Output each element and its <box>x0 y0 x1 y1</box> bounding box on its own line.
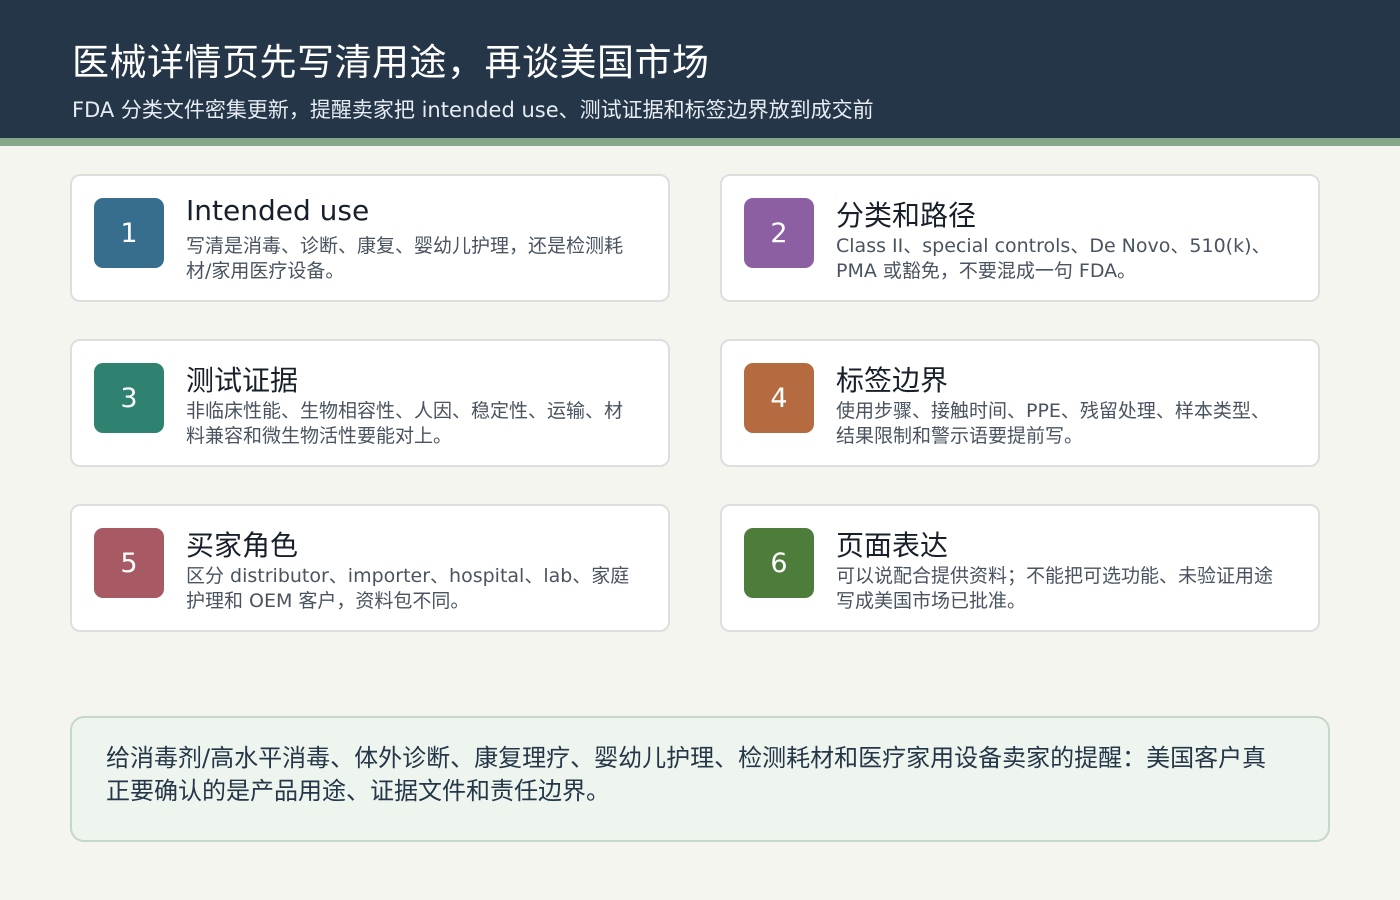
card-number-badge: 3 <box>94 363 164 433</box>
card-text: 可以说配合提供资料；不能把可选功能、未验证用途写成美国市场已批准。 <box>836 565 1274 612</box>
card-title: 页面表达 <box>836 529 949 562</box>
reminder-note: 给消毒剂/高水平消毒、体外诊断、康复理疗、婴幼儿护理、检测耗材和医疗家用设备卖家… <box>70 716 1330 842</box>
card-page-expression: 6 页面表达 可以说配合提供资料；不能把可选功能、未验证用途写成美国市场已批准。 <box>720 504 1320 632</box>
card-text: 写清是消毒、诊断、康复、婴幼儿护理，还是检测耗材/家用医疗设备。 <box>186 235 624 282</box>
header-banner: 医械详情页先写清用途，再谈美国市场 FDA 分类文件密集更新，提醒卖家把 int… <box>0 0 1400 138</box>
card-buyer-role: 5 买家角色 区分 distributor、importer、hospital、… <box>70 504 670 632</box>
card-text: 使用步骤、接触时间、PPE、残留处理、样本类型、结果限制和警示语要提前写。 <box>836 400 1270 447</box>
card-title: 分类和路径 <box>836 199 977 232</box>
card-number-badge: 2 <box>744 198 814 268</box>
card-intended-use: 1 Intended use 写清是消毒、诊断、康复、婴幼儿护理，还是检测耗材/… <box>70 174 670 302</box>
card-text: 区分 distributor、importer、hospital、lab、家庭护… <box>186 565 630 612</box>
card-title: 买家角色 <box>186 529 299 562</box>
card-test-evidence: 3 测试证据 非临床性能、生物相容性、人因、稳定性、运输、材料兼容和微生物活性要… <box>70 339 670 467</box>
card-title: Intended use <box>186 194 370 227</box>
card-text: Class II、special controls、De Novo、510(k)… <box>836 235 1271 282</box>
reminder-note-text: 给消毒剂/高水平消毒、体外诊断、康复理疗、婴幼儿护理、检测耗材和医疗家用设备卖家… <box>106 744 1267 805</box>
card-number-badge: 5 <box>94 528 164 598</box>
card-number-badge: 4 <box>744 363 814 433</box>
card-classification-pathway: 2 分类和路径 Class II、special controls、De Nov… <box>720 174 1320 302</box>
card-label-boundary: 4 标签边界 使用步骤、接触时间、PPE、残留处理、样本类型、结果限制和警示语要… <box>720 339 1320 467</box>
card-title: 测试证据 <box>186 364 299 397</box>
card-text: 非临床性能、生物相容性、人因、稳定性、运输、材料兼容和微生物活性要能对上。 <box>186 400 624 447</box>
page-title: 医械详情页先写清用途，再谈美国市场 <box>72 41 710 84</box>
card-title: 标签边界 <box>836 364 949 397</box>
header-accent-stripe <box>0 138 1400 146</box>
card-number-badge: 6 <box>744 528 814 598</box>
card-number-badge: 1 <box>94 198 164 268</box>
page-subtitle: FDA 分类文件密集更新，提醒卖家把 intended use、测试证据和标签边… <box>72 98 874 122</box>
